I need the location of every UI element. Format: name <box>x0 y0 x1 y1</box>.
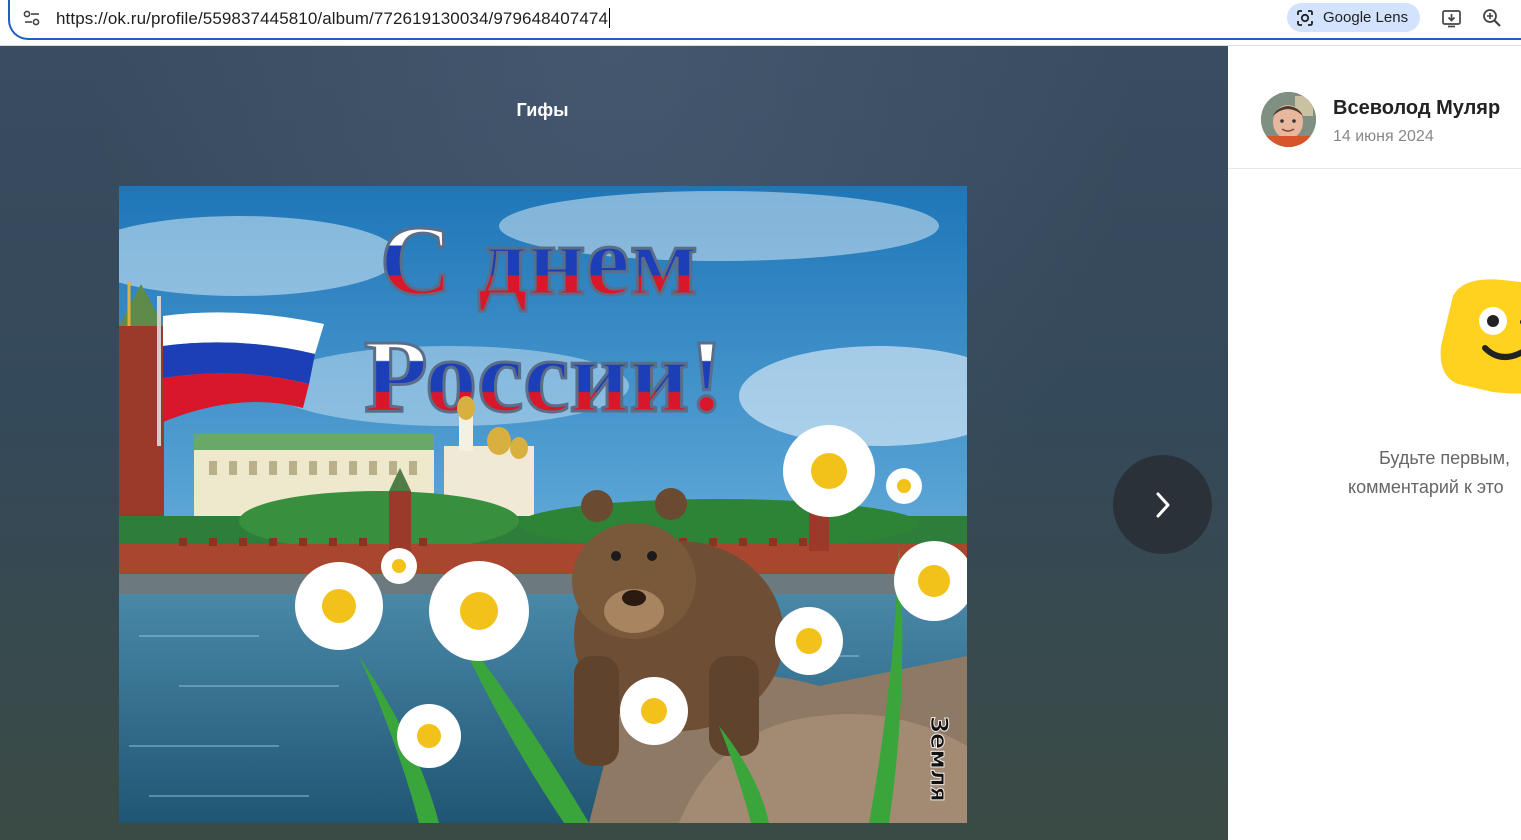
google-lens-icon <box>1297 9 1313 26</box>
ok-mascot-icon <box>1440 279 1521 394</box>
google-lens-label: Google Lens <box>1323 9 1409 26</box>
photo-image[interactable]: С днем России! Земля <box>119 186 967 823</box>
chevron-right-icon <box>1156 492 1169 517</box>
album-title[interactable]: Гифы <box>0 100 1085 121</box>
empty-comments-line-2: комментарий к это <box>1348 477 1504 497</box>
photo-viewer: Гифы С днем России! Земля <box>0 46 1228 840</box>
avatar[interactable] <box>1261 92 1316 147</box>
url-text[interactable]: https://ok.ru/profile/559837445810/album… <box>56 8 610 29</box>
browser-toolbar: https://ok.ru/profile/559837445810/album… <box>0 0 1521 46</box>
site-settings-icon[interactable] <box>22 8 42 28</box>
install-app-icon[interactable] <box>1441 7 1463 29</box>
greeting-line-2: России! <box>364 319 724 434</box>
greeting-line-1: С днем <box>380 205 698 316</box>
photo-watermark: Земля <box>925 716 953 802</box>
photo-side-panel: Всеволод Муляр 14 июня 2024 Будьте первы… <box>1228 46 1521 840</box>
empty-comments-text: Будьте первым, комментарий к это <box>1348 444 1521 502</box>
next-photo-button[interactable] <box>1113 455 1212 554</box>
post-date: 14 июня 2024 <box>1333 128 1434 145</box>
author-name[interactable]: Всеволод Муляр <box>1333 97 1500 120</box>
empty-comments-line-1: Будьте первым, <box>1379 448 1510 468</box>
zoom-icon[interactable] <box>1481 7 1503 29</box>
address-bar[interactable]: https://ok.ru/profile/559837445810/album… <box>8 0 1521 40</box>
google-lens-button[interactable]: Google Lens <box>1287 3 1421 32</box>
author-row: Всеволод Муляр 14 июня 2024 <box>1228 46 1521 169</box>
